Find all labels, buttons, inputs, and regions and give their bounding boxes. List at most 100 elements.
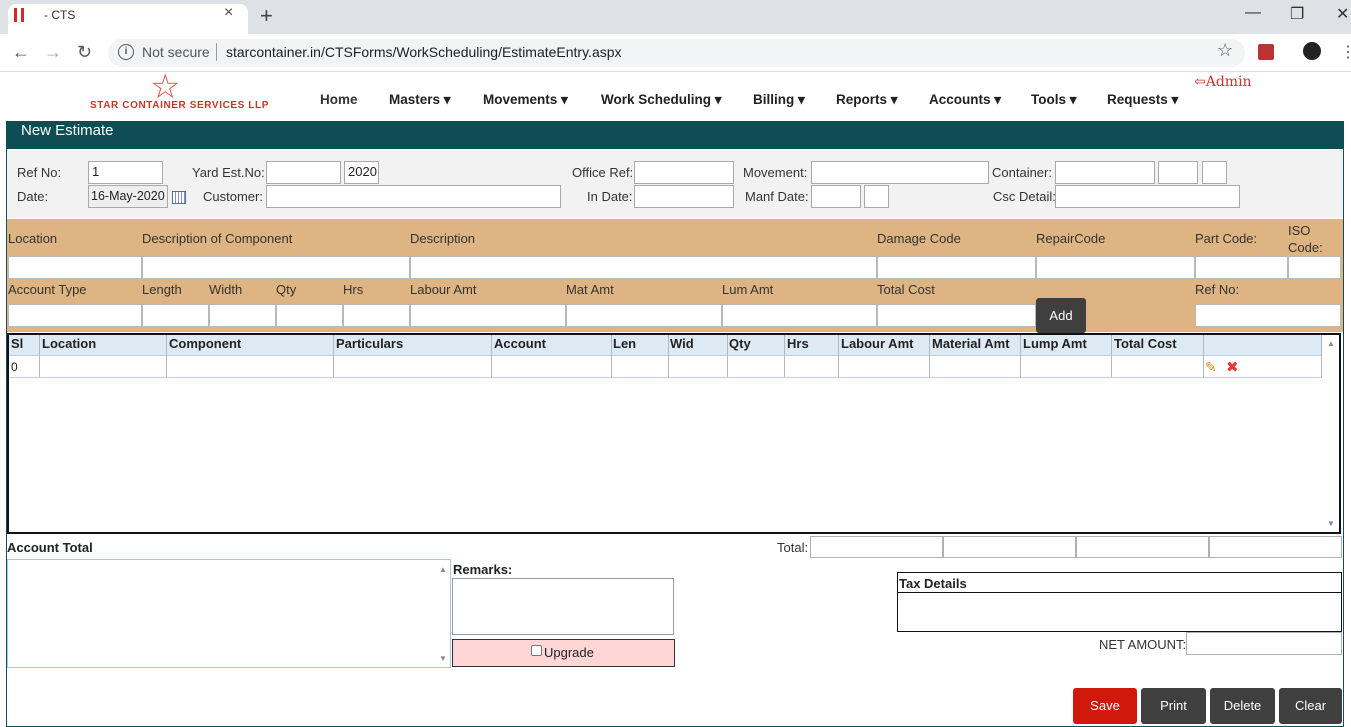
total-cost-box[interactable] <box>1209 536 1342 558</box>
scroll-down-icon[interactable]: ▼ <box>439 654 447 663</box>
container-size-input[interactable] <box>1158 161 1198 184</box>
info-icon[interactable]: i <box>118 44 134 60</box>
office-ref-input[interactable] <box>634 161 734 184</box>
total-labour-box[interactable] <box>810 536 943 558</box>
col-labour-amt[interactable]: Labour Amt <box>841 336 913 351</box>
date-input[interactable]: 16-May-2020 <box>88 185 168 208</box>
calendar-icon[interactable] <box>172 191 186 204</box>
mat-amt-input[interactable] <box>566 304 722 327</box>
grid-scrollbar[interactable] <box>1324 336 1339 531</box>
col-hrs[interactable]: Hrs <box>787 336 809 351</box>
col-lump-amt[interactable]: Lump Amt <box>1023 336 1087 351</box>
width-label: Width <box>209 282 243 297</box>
col-particulars[interactable]: Particulars <box>336 336 403 351</box>
delete-row-icon[interactable]: ✖ <box>1226 358 1239 376</box>
year-input[interactable]: 2020 <box>344 161 379 184</box>
net-amount-input[interactable] <box>1186 632 1342 655</box>
col-total-cost[interactable]: Total Cost <box>1114 336 1177 351</box>
new-tab-icon[interactable]: + <box>260 2 273 30</box>
forward-icon[interactable]: → <box>44 42 62 63</box>
ref-no-input[interactable]: 1 <box>88 161 163 184</box>
save-button[interactable]: Save <box>1073 688 1137 724</box>
reload-icon[interactable]: ↻ <box>77 42 92 63</box>
nav-home[interactable]: Home <box>320 92 358 107</box>
admin-link[interactable]: ⇦Admin <box>1194 74 1252 90</box>
col-component[interactable]: Component <box>169 336 241 351</box>
bookmark-star-icon[interactable]: ☆ <box>1217 40 1233 61</box>
col-sl[interactable]: Sl <box>11 336 23 351</box>
print-button[interactable]: Print <box>1141 688 1206 724</box>
scroll-up-icon[interactable]: ▲ <box>1327 339 1335 348</box>
in-date-input[interactable] <box>634 185 734 208</box>
damage-code-input[interactable] <box>877 256 1036 279</box>
movement-input[interactable] <box>811 161 989 184</box>
manf-date-month-input[interactable] <box>811 185 861 208</box>
col-material-amt[interactable]: Material Amt <box>932 336 1010 351</box>
length-label: Length <box>142 282 182 297</box>
clear-button[interactable]: Clear <box>1279 688 1342 724</box>
length-input[interactable] <box>142 304 209 327</box>
edit-icon[interactable]: ✎ <box>1205 359 1217 376</box>
lum-amt-input[interactable] <box>722 304 877 327</box>
customer-input[interactable] <box>266 185 561 208</box>
chevron-down-icon: ▾ <box>890 92 898 107</box>
iso-code-input[interactable] <box>1288 256 1341 279</box>
col-location[interactable]: Location <box>42 336 96 351</box>
nav-billing[interactable]: Billing ▾ <box>753 92 805 108</box>
container-input[interactable] <box>1055 161 1155 184</box>
remarks-textarea[interactable] <box>452 578 674 635</box>
nav-movements[interactable]: Movements ▾ <box>483 92 568 108</box>
csc-detail-input[interactable] <box>1055 185 1240 208</box>
manf-date-year-input[interactable] <box>864 185 889 208</box>
scroll-down-icon[interactable]: ▼ <box>1327 519 1335 528</box>
component-input[interactable] <box>142 256 410 279</box>
scroll-up-icon[interactable]: ▲ <box>439 565 447 574</box>
width-input[interactable] <box>209 304 276 327</box>
part-code-label: Part Code: <box>1195 231 1258 246</box>
container-type-input[interactable] <box>1202 161 1227 184</box>
add-button[interactable]: Add <box>1036 298 1086 333</box>
minimize-icon[interactable]: — <box>1245 4 1261 22</box>
part-code-input[interactable] <box>1195 256 1288 279</box>
url-text[interactable]: starcontainer.in/CTSForms/WorkScheduling… <box>226 44 622 60</box>
nav-accounts[interactable]: Accounts ▾ <box>929 92 1001 108</box>
col-len[interactable]: Len <box>613 336 636 351</box>
upgrade-label[interactable]: Upgrade <box>544 645 594 660</box>
ref-no-label: Ref No: <box>17 165 62 180</box>
total-lump-box[interactable] <box>1076 536 1209 558</box>
location-input[interactable] <box>8 256 142 279</box>
nav-reports[interactable]: Reports ▾ <box>836 92 898 108</box>
pdf-extension-icon[interactable] <box>1258 44 1274 60</box>
yard-est-input[interactable] <box>266 161 341 184</box>
delete-button[interactable]: Delete <box>1210 688 1275 724</box>
restore-icon[interactable]: ❐ <box>1290 4 1304 24</box>
window-close-icon[interactable]: ✕ <box>1336 4 1349 24</box>
col-qty[interactable]: Qty <box>729 336 751 351</box>
nav-work-scheduling[interactable]: Work Scheduling ▾ <box>601 92 722 108</box>
browser-menu-icon[interactable]: ⋮ <box>1340 42 1351 62</box>
omnibox-divider <box>216 43 217 61</box>
nav-tools[interactable]: Tools ▾ <box>1031 92 1077 108</box>
description-input[interactable] <box>410 256 877 279</box>
hrs-input[interactable] <box>343 304 410 327</box>
labour-amt-input[interactable] <box>410 304 566 327</box>
tab-close-icon[interactable]: × <box>224 4 233 22</box>
repair-code-input[interactable] <box>1036 256 1195 279</box>
office-ref-label: Office Ref: <box>572 165 634 180</box>
profile-avatar[interactable] <box>1303 42 1321 60</box>
col-wid[interactable]: Wid <box>670 336 694 351</box>
nav-masters[interactable]: Masters ▾ <box>389 92 451 108</box>
total-material-box[interactable] <box>943 536 1076 558</box>
account-total-box[interactable] <box>7 559 451 668</box>
total-cost-input[interactable] <box>877 304 1036 327</box>
account-type-input[interactable] <box>8 304 142 327</box>
total-label: Total: <box>777 540 809 555</box>
col-account[interactable]: Account <box>494 336 546 351</box>
upgrade-checkbox[interactable] <box>531 645 542 656</box>
back-icon[interactable]: ← <box>12 42 30 63</box>
table-row[interactable] <box>9 356 1322 378</box>
ref-no-line-input[interactable] <box>1195 304 1341 327</box>
qty-input[interactable] <box>276 304 343 327</box>
nav-requests[interactable]: Requests ▾ <box>1107 92 1178 108</box>
page-title: New Estimate <box>21 122 114 139</box>
